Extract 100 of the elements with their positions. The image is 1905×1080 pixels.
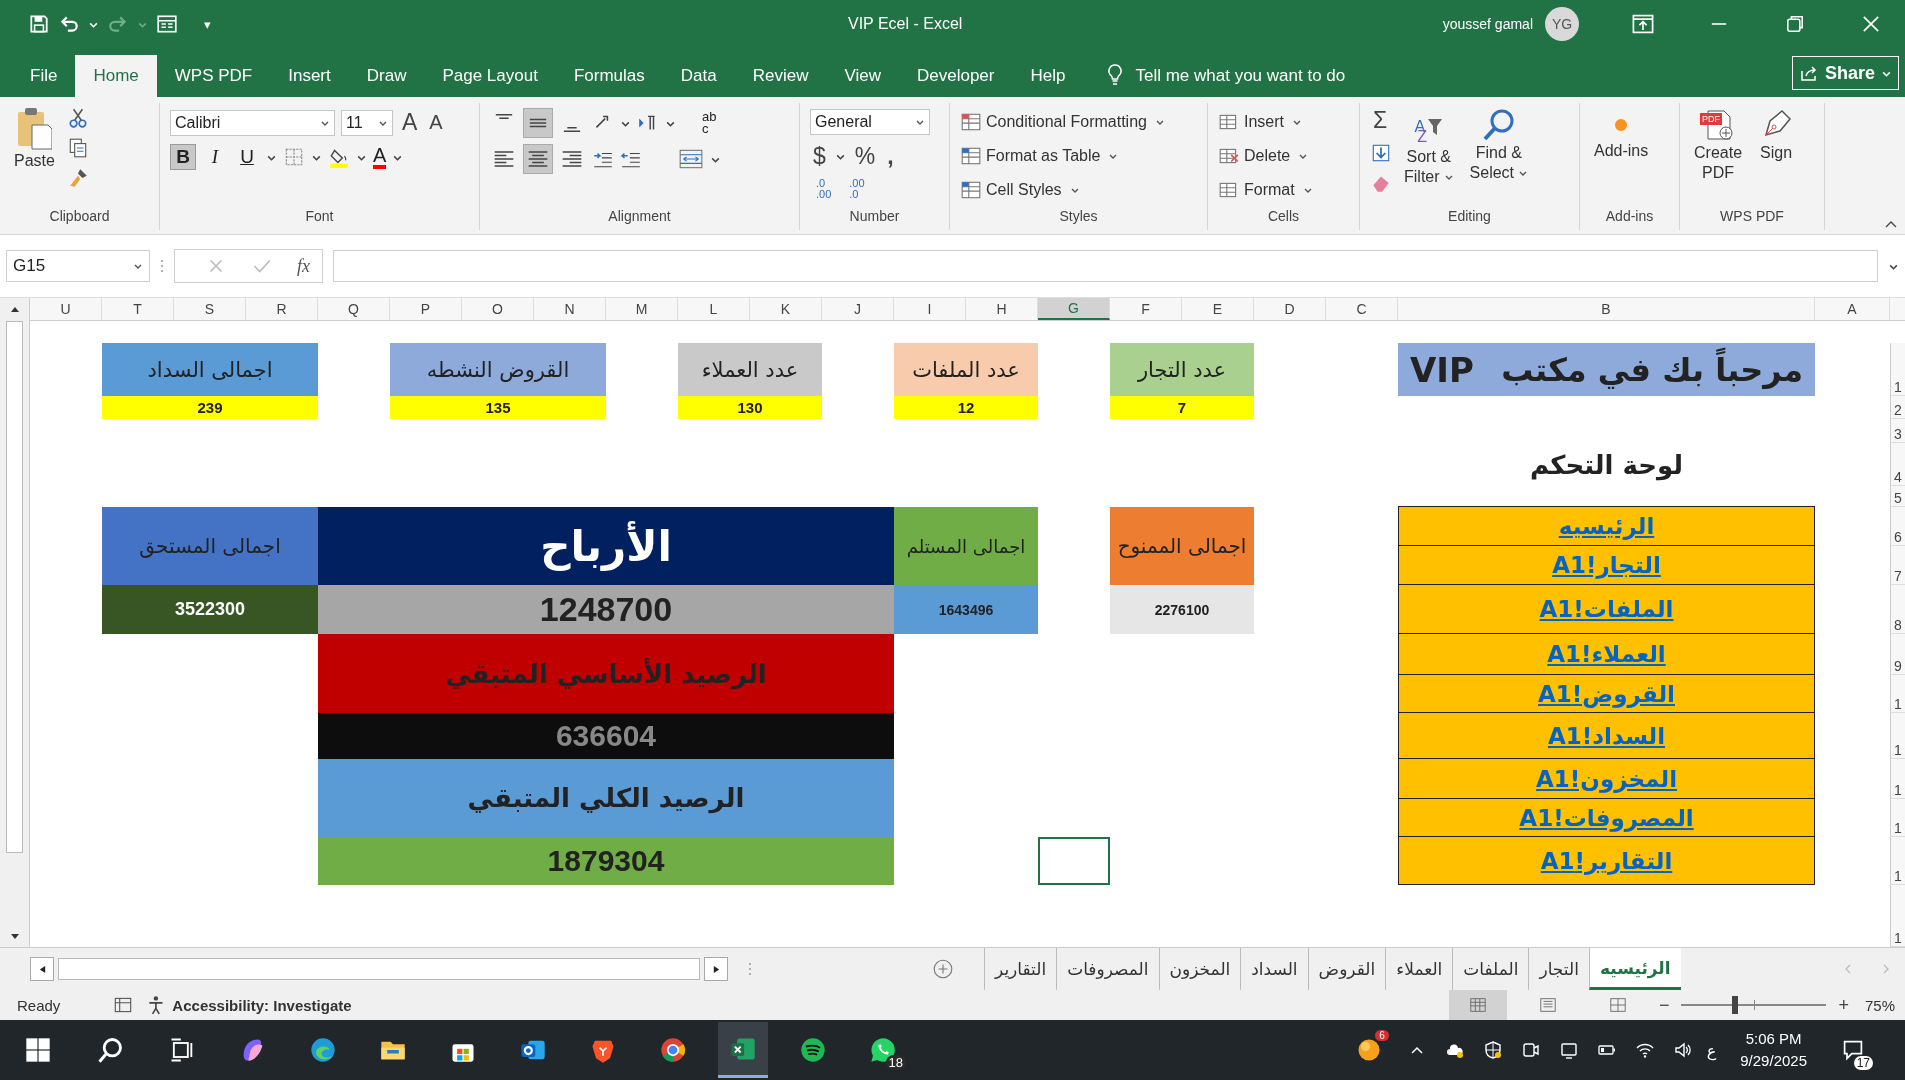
- format-toggle[interactable]: B: [170, 144, 196, 170]
- percent-button[interactable]: %: [851, 143, 879, 170]
- column-header[interactable]: C: [1326, 298, 1398, 320]
- autosum-button[interactable]: Σ: [1370, 107, 1392, 134]
- ribbon-tab[interactable]: WPS PDF: [156, 55, 271, 97]
- grow-font-button[interactable]: A: [399, 109, 421, 136]
- format-toggle[interactable]: I: [202, 144, 228, 170]
- ribbon-tab[interactable]: Data: [662, 55, 735, 97]
- column-header[interactable]: G: [1038, 298, 1110, 320]
- horizontal-scrollbar[interactable]: [58, 958, 700, 980]
- sheet-link[interactable]: الرئيسيه: [1558, 513, 1655, 539]
- shield-icon[interactable]: [1482, 1040, 1503, 1060]
- horizontal-align-icon[interactable]: [524, 145, 552, 173]
- zoom-in-button[interactable]: +: [1838, 994, 1849, 1016]
- cells-menu-button[interactable]: Delete: [1218, 143, 1309, 169]
- row-header[interactable]: 1: [1890, 675, 1905, 713]
- ribbon-tab[interactable]: Insert: [270, 55, 349, 97]
- column-header[interactable]: O: [462, 298, 534, 320]
- format-toggle[interactable]: U: [234, 144, 260, 170]
- row-header[interactable]: 4: [1890, 443, 1905, 486]
- decrease-decimal-button[interactable]: .00 .0: [843, 178, 871, 200]
- ribbon-tab[interactable]: File: [12, 55, 76, 97]
- border-icon[interactable]: [283, 146, 305, 168]
- wrap-text-button[interactable]: ab c: [702, 111, 717, 135]
- row-header[interactable]: 7: [1890, 546, 1905, 585]
- find-select-button[interactable]: Find & Select: [1465, 105, 1533, 185]
- collapse-ribbon-icon[interactable]: [1885, 220, 1897, 228]
- form-icon[interactable]: [156, 13, 178, 35]
- shrink-font-button[interactable]: A: [426, 111, 446, 134]
- ribbon-tab[interactable]: Help: [1012, 55, 1084, 97]
- speaker-icon[interactable]: [1672, 1040, 1693, 1060]
- sheet-tab[interactable]: الرئيسيه: [1588, 948, 1681, 990]
- row-header[interactable]: 5: [1890, 486, 1905, 507]
- row-header[interactable]: 2: [1890, 396, 1905, 419]
- fill-color-icon[interactable]: [328, 146, 350, 168]
- column-header[interactable]: U: [30, 298, 102, 320]
- styles-menu-button[interactable]: Conditional Formatting: [960, 109, 1165, 135]
- zoom-level[interactable]: 75%: [1864, 996, 1895, 1014]
- increase-decimal-button[interactable]: .0 .00: [810, 178, 838, 200]
- paste-button[interactable]: Paste: [10, 105, 59, 173]
- vertical-scrollbar[interactable]: [0, 298, 30, 947]
- merge-icon[interactable]: [678, 148, 704, 170]
- ribbon-tab[interactable]: Draw: [348, 55, 425, 97]
- font-name-field[interactable]: Calibri: [170, 109, 335, 136]
- selected-cell[interactable]: [1038, 837, 1110, 885]
- ribbon-tab[interactable]: Developer: [898, 55, 1013, 97]
- name-box[interactable]: G15: [6, 250, 150, 282]
- sheet-link[interactable]: العملاء!A1: [1547, 641, 1666, 667]
- column-header[interactable]: I: [894, 298, 966, 320]
- zoom-thumb[interactable]: [1732, 996, 1739, 1014]
- column-header[interactable]: T: [102, 298, 174, 320]
- comma-button[interactable]: ,: [884, 143, 897, 170]
- sheet-link[interactable]: السداد!A1: [1547, 722, 1666, 749]
- accessibility-status[interactable]: Accessibility: Investigate: [172, 996, 352, 1014]
- search-icon[interactable]: [96, 1036, 124, 1064]
- column-header[interactable]: K: [750, 298, 822, 320]
- column-header[interactable]: P: [390, 298, 462, 320]
- number-format-field[interactable]: General: [810, 109, 930, 135]
- cells-menu-button[interactable]: Insert: [1218, 109, 1302, 135]
- styles-menu-button[interactable]: Cell Styles: [960, 177, 1080, 203]
- add-ins-button[interactable]: Add-ins: [1590, 105, 1653, 163]
- row-header[interactable]: 1: [1890, 713, 1905, 759]
- row-header[interactable]: 6: [1890, 507, 1905, 546]
- scroll-left-button[interactable]: [30, 957, 54, 981]
- sheet-link[interactable]: الملفات!A1: [1539, 596, 1674, 622]
- ribbon-tab[interactable]: Formulas: [555, 55, 663, 97]
- vertical-align-icon[interactable]: [524, 109, 552, 137]
- share-button[interactable]: Share: [1791, 56, 1899, 90]
- ribbon-display-icon[interactable]: [1631, 12, 1655, 36]
- taskbar-app[interactable]: 18: [858, 1022, 908, 1078]
- zoom-out-button[interactable]: −: [1658, 994, 1670, 1016]
- display-icon[interactable]: [1558, 1040, 1579, 1060]
- column-header[interactable]: E: [1182, 298, 1254, 320]
- save-icon[interactable]: [28, 13, 50, 35]
- currency-button[interactable]: $: [810, 143, 829, 170]
- row-header[interactable]: 1: [1890, 885, 1905, 947]
- tell-me-field[interactable]: Tell me what you want to do: [1133, 55, 1458, 97]
- row-header[interactable]: 9: [1890, 634, 1905, 675]
- column-header[interactable]: S: [174, 298, 246, 320]
- scroll-right-button[interactable]: [704, 957, 728, 981]
- row-header[interactable]: 1: [1890, 799, 1905, 837]
- input-language[interactable]: ع: [1706, 1040, 1717, 1060]
- camera-icon[interactable]: [1520, 1040, 1541, 1060]
- view-button[interactable]: [1448, 990, 1507, 1020]
- row-header[interactable]: 1: [1890, 343, 1905, 396]
- column-header[interactable]: L: [678, 298, 750, 320]
- create-pdf-button[interactable]: PDF Create PDF: [1690, 105, 1747, 185]
- row-header[interactable]: 8: [1890, 585, 1905, 634]
- start-icon[interactable]: [24, 1036, 52, 1064]
- column-header[interactable]: N: [534, 298, 606, 320]
- user-avatar[interactable]: YG: [1545, 7, 1579, 41]
- font-color-button[interactable]: A: [373, 145, 387, 169]
- row-header[interactable]: 1: [1890, 837, 1905, 885]
- styles-menu-button[interactable]: Format as Table: [960, 143, 1119, 169]
- clock[interactable]: 5:06 PM 9/29/2025: [1740, 1028, 1807, 1072]
- insert-function-button[interactable]: fx: [297, 255, 310, 277]
- column-header[interactable]: H: [966, 298, 1038, 320]
- column-header[interactable]: A: [1815, 298, 1890, 320]
- sign-button[interactable]: Sign: [1754, 105, 1799, 165]
- fill-down-icon[interactable]: [1370, 142, 1392, 164]
